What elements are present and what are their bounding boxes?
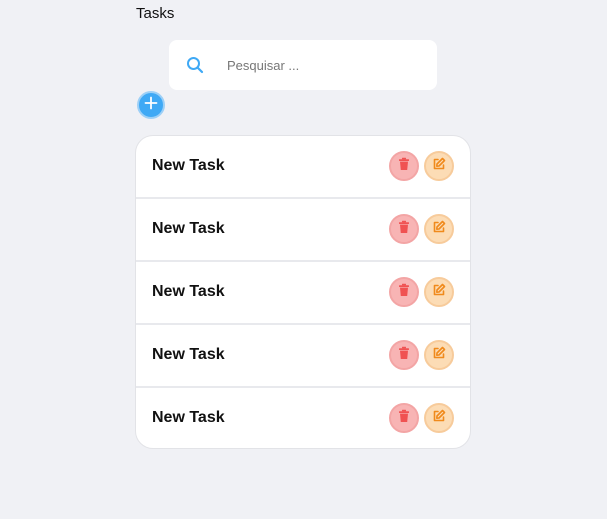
delete-task-button[interactable] [389,214,419,244]
edit-icon [432,283,446,302]
delete-task-button[interactable] [389,340,419,370]
edit-task-button[interactable] [424,340,454,370]
task-item: New Task [136,136,470,197]
task-item: New Task [136,262,470,323]
task-item: New Task [136,388,470,448]
edit-task-button[interactable] [424,214,454,244]
edit-icon [432,157,446,176]
delete-task-button[interactable] [389,277,419,307]
search-icon[interactable] [186,56,204,74]
page-title: Tasks [136,5,175,22]
edit-icon [432,409,446,428]
task-item: New Task [136,325,470,386]
task-title: New Task [152,409,225,426]
trash-icon [397,346,411,365]
task-list: New Task New Task New Task New Task New … [135,135,471,449]
edit-task-button[interactable] [424,277,454,307]
trash-icon [397,220,411,239]
task-title: New Task [152,220,225,237]
task-item: New Task [136,199,470,260]
trash-icon [397,283,411,302]
edit-task-button[interactable] [424,151,454,181]
plus-icon [144,96,158,115]
add-task-button[interactable] [137,91,165,119]
task-title: New Task [152,283,225,300]
search-bar [169,40,440,90]
delete-task-button[interactable] [389,151,419,181]
trash-icon [397,157,411,176]
trash-icon [397,409,411,428]
delete-task-button[interactable] [389,403,419,433]
edit-icon [432,220,446,239]
edit-task-button[interactable] [424,403,454,433]
task-title: New Task [152,157,225,174]
edit-icon [432,346,446,365]
task-title: New Task [152,346,225,363]
search-input[interactable] [219,53,440,77]
